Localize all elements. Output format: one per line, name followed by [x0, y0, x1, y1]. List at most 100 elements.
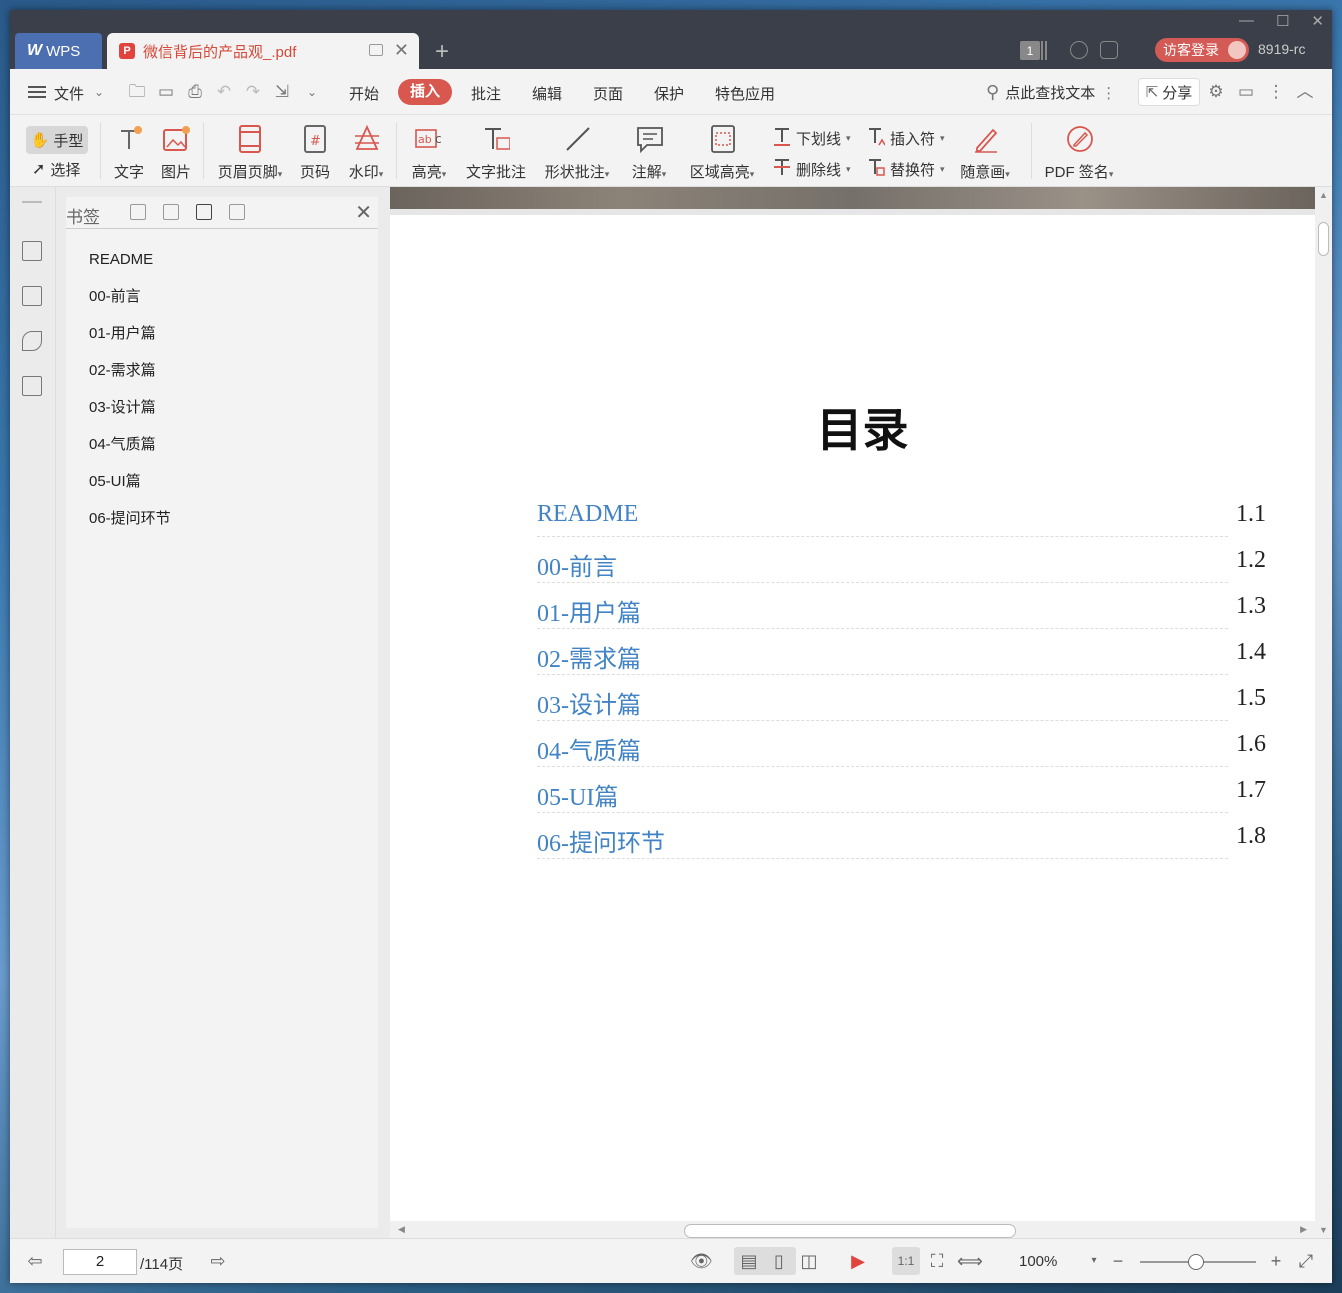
signature-panel-icon[interactable] — [22, 376, 42, 396]
zoom-dropdown-icon[interactable]: ▾ — [1084, 1251, 1104, 1271]
bookmark-item-qa[interactable]: 06-提问环节 — [66, 503, 378, 540]
area-highlight-button[interactable]: 区域高亮▾ — [686, 115, 758, 187]
find-text-box[interactable]: ⚲ 点此查找文本 ⋮ — [986, 82, 1116, 103]
horizontal-scrollbar[interactable]: ◀ ▶ — [390, 1221, 1315, 1238]
bookmark-item-preface[interactable]: 00-前言 — [66, 281, 378, 318]
tab-protect[interactable]: 保护 — [654, 83, 684, 104]
fullscreen-icon[interactable]: ⤢ — [1296, 1251, 1316, 1271]
more-quick-access-icon[interactable]: ⌄ — [302, 82, 322, 102]
toc-link[interactable]: README — [537, 501, 638, 528]
insert-char-button[interactable]: 插入符 ▾ — [867, 126, 945, 150]
zoom-slider[interactable] — [1140, 1254, 1256, 1270]
tab-start[interactable]: 开始 — [349, 83, 379, 104]
tab-comment[interactable]: 批注 — [471, 83, 501, 104]
toc-link[interactable]: 03-设计篇 — [537, 685, 641, 720]
page-number-input[interactable]: 2 — [63, 1249, 137, 1275]
pdf-sign-button[interactable]: PDF 签名▾ — [1042, 115, 1116, 187]
freehand-draw-button[interactable]: 随意画▾ — [956, 115, 1014, 187]
thumbnail-image-icon[interactable] — [22, 286, 42, 306]
guest-login-button[interactable]: 访客登录 — [1155, 38, 1249, 62]
replace-char-button[interactable]: 替换符 ▾ — [867, 157, 945, 181]
skin-icon[interactable] — [1070, 41, 1088, 59]
toc-link[interactable]: 06-提问环节 — [537, 823, 665, 858]
toc-row[interactable]: 05-UI篇 1.7 — [537, 767, 1266, 813]
eye-protection-icon[interactable]: 👁 — [690, 1251, 713, 1271]
toc-link[interactable]: 04-气质篇 — [537, 731, 641, 766]
annotation-button[interactable]: 注解▾ — [628, 115, 670, 187]
scroll-right-icon[interactable]: ▶ — [1300, 1224, 1307, 1235]
print-icon[interactable]: ⎙ — [185, 82, 205, 102]
toc-link[interactable]: 05-UI篇 — [537, 777, 618, 812]
previous-page-icon[interactable]: ⇦ — [25, 1251, 45, 1271]
actual-size-icon[interactable]: 1:1 — [896, 1251, 916, 1271]
close-panel-icon[interactable]: ✕ — [355, 200, 372, 225]
strikethrough-button[interactable]: 删除线 ▾ — [773, 157, 851, 181]
hamburger-menu-icon[interactable] — [28, 86, 46, 98]
tab-pin-icon[interactable] — [369, 44, 383, 56]
toc-row[interactable]: 04-气质篇 1.6 — [537, 721, 1266, 767]
toc-row[interactable]: 03-设计篇 1.5 — [537, 675, 1266, 721]
tab-edit[interactable]: 编辑 — [532, 83, 562, 104]
save-icon[interactable]: ▭ — [156, 82, 176, 102]
next-page-icon[interactable]: ⇨ — [208, 1251, 228, 1271]
watermark-button[interactable]: 水印▾ — [346, 115, 386, 187]
open-folder-icon[interactable]: 🗀 — [127, 82, 147, 102]
continuous-view-icon[interactable]: ▤ — [739, 1251, 759, 1271]
toc-link[interactable]: 00-前言 — [537, 547, 617, 582]
shape-comment-button[interactable]: 形状批注▾ — [541, 115, 613, 187]
vertical-scroll-thumb[interactable] — [1318, 222, 1329, 256]
toc-row[interactable]: 06-提问环节 1.8 — [537, 813, 1266, 859]
bookmark-item-requirements[interactable]: 02-需求篇 — [66, 355, 378, 392]
insert-image-button[interactable]: 图片 — [160, 115, 192, 187]
gear-icon[interactable]: ⚙ — [1206, 82, 1226, 102]
zoom-in-icon[interactable]: + — [1266, 1251, 1286, 1271]
file-menu[interactable]: 文件 — [54, 83, 84, 104]
header-footer-button[interactable]: 页眉页脚▾ — [213, 115, 287, 187]
comment-bubble-icon[interactable]: ▭ — [1236, 82, 1256, 102]
bookmark-item-design[interactable]: 03-设计篇 — [66, 392, 378, 429]
vertical-scrollbar[interactable]: ▲ ▼ — [1315, 187, 1332, 1238]
bookmark-item-readme[interactable]: README — [66, 244, 378, 281]
scroll-down-icon[interactable]: ▼ — [1319, 1225, 1328, 1235]
add-bookmark-icon[interactable] — [196, 204, 212, 220]
scroll-up-icon[interactable]: ▲ — [1319, 190, 1328, 200]
single-page-view-icon[interactable]: ▯ — [769, 1251, 789, 1271]
undo-icon[interactable]: ↶ — [214, 82, 234, 102]
new-tab-icon[interactable]: + — [435, 38, 449, 66]
collapse-all-icon[interactable] — [163, 204, 179, 220]
two-page-view-icon[interactable]: ◫ — [799, 1251, 819, 1271]
collapse-ribbon-icon[interactable]: ︿ — [1295, 82, 1315, 102]
toc-row[interactable]: README 1.1 — [537, 491, 1266, 537]
bookmark-item-temperament[interactable]: 04-气质篇 — [66, 429, 378, 466]
toc-link[interactable]: 02-需求篇 — [537, 639, 641, 674]
bookmark-list-icon[interactable] — [22, 241, 42, 261]
text-comment-button[interactable]: 文字批注 — [465, 115, 527, 187]
redo-icon[interactable]: ↷ — [243, 82, 263, 102]
chevron-down-icon[interactable]: ⌄ — [89, 82, 109, 102]
fit-width-icon[interactable]: ⟺ — [957, 1251, 983, 1271]
insert-text-button[interactable]: 文字 — [113, 115, 145, 187]
select-tool-button[interactable]: ➚ 选择 — [32, 157, 80, 181]
play-slideshow-icon[interactable]: ▶ — [848, 1251, 868, 1271]
document-tab[interactable]: P 微信背后的产品观_.pdf ✕ — [107, 33, 419, 69]
expand-all-icon[interactable] — [130, 204, 146, 220]
close-icon[interactable]: ✕ — [1311, 12, 1324, 30]
horizontal-scroll-thumb[interactable] — [684, 1224, 1016, 1238]
fit-page-icon[interactable]: ⛶ — [927, 1251, 947, 1271]
delete-bookmark-icon[interactable] — [229, 204, 245, 220]
underline-button[interactable]: 下划线 ▾ — [773, 126, 851, 150]
shirt-icon[interactable] — [1100, 41, 1118, 59]
maximize-icon[interactable]: ☐ — [1276, 12, 1289, 30]
toc-row[interactable]: 02-需求篇 1.4 — [537, 629, 1266, 675]
toc-row[interactable]: 01-用户篇 1.3 — [537, 583, 1266, 629]
minimize-icon[interactable]: — — [1239, 12, 1254, 30]
annotation-panel-icon[interactable] — [22, 331, 42, 351]
tab-insert[interactable]: 插入 — [398, 79, 453, 105]
window-count-badge[interactable]: 1 — [1020, 41, 1040, 60]
zoom-out-icon[interactable]: − — [1108, 1251, 1128, 1271]
highlight-button[interactable]: ab c 高亮▾ — [408, 115, 450, 187]
export-icon[interactable]: ⇲ — [272, 82, 292, 102]
share-button[interactable]: ⇱ 分享 — [1138, 78, 1200, 106]
bookmark-item-ui[interactable]: 05-UI篇 — [66, 466, 378, 503]
more-vertical-icon[interactable]: ⋮ — [1101, 84, 1116, 102]
